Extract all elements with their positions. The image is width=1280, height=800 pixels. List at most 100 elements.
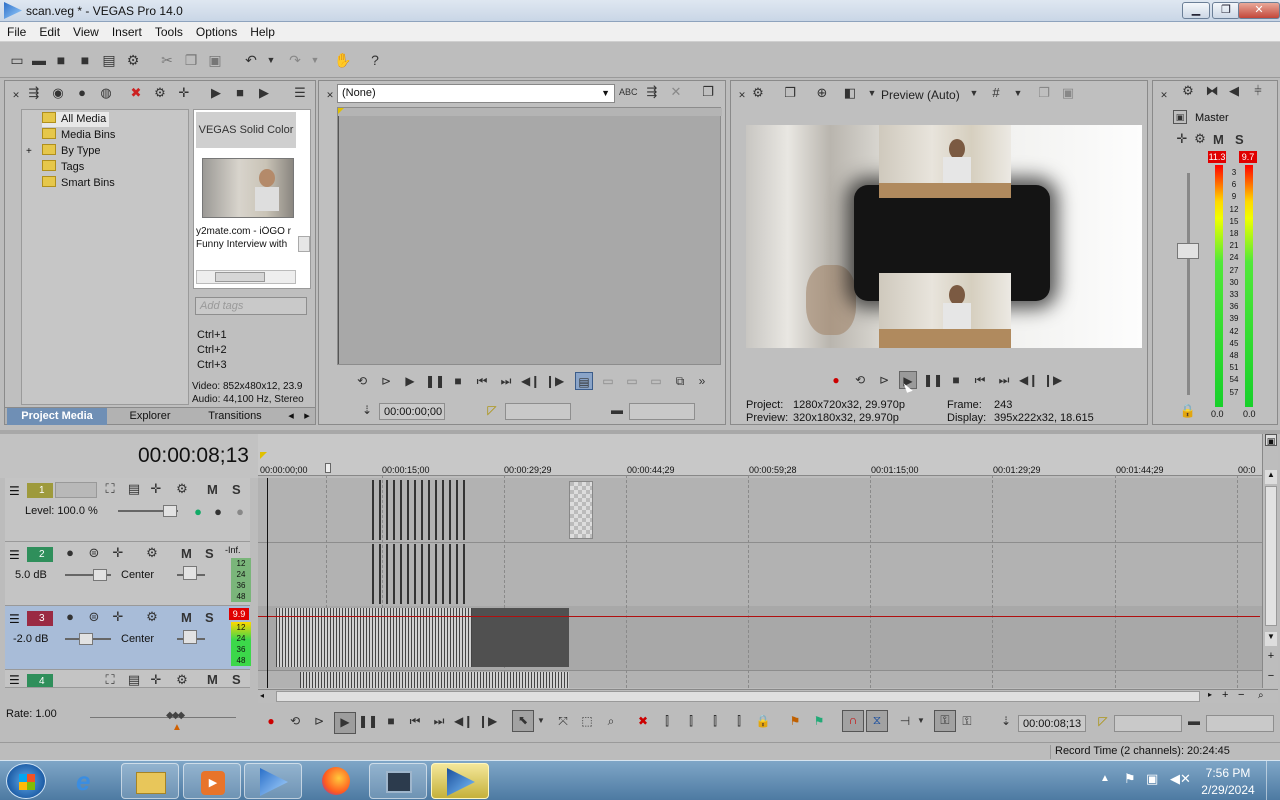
audio-clip-fragments-track2[interactable] <box>372 544 466 604</box>
preview-prev-frame-icon[interactable]: ◀❙ <box>1019 371 1038 389</box>
pan-slider-handle[interactable] <box>183 566 197 580</box>
master-mute-button[interactable]: M <box>1213 132 1224 147</box>
preview-loop-icon[interactable]: ⟲ <box>851 371 869 389</box>
cursor-position-field[interactable]: 00:00:08;13 <box>1018 715 1086 732</box>
track-minimize-icon[interactable]: ☰ <box>9 673 20 687</box>
edit-tool-dropdown-icon[interactable]: ▼ <box>536 712 546 730</box>
track-arm-record-icon[interactable]: ● <box>61 609 79 627</box>
scroll-down-icon[interactable]: ▼ <box>1265 632 1277 646</box>
tabs-scroll-left-icon[interactable]: ◂ <box>285 409 297 423</box>
timeline-vertical-scrollbar[interactable]: ▣ ▲ ▼ + − <box>1262 434 1278 688</box>
render-icon[interactable]: ▤ <box>100 52 118 69</box>
auto-crossfade-icon[interactable]: ⧖ <box>866 710 888 732</box>
quality-chevron-down-icon[interactable]: ▼ <box>965 85 983 103</box>
track-composite-icon[interactable]: ▤ <box>125 481 143 499</box>
trimmer-prev-frame-icon[interactable]: ⏮ <box>473 372 491 390</box>
redo-icon[interactable]: ↷ <box>286 52 304 69</box>
volume-slider-handle[interactable] <box>79 633 93 645</box>
video-preview-frame[interactable] <box>746 125 1142 348</box>
new-project-icon[interactable]: ▭ <box>8 52 26 69</box>
master-fx-icon[interactable]: ⚙ <box>1191 131 1209 149</box>
preview-go-start-icon[interactable]: ⏮ <box>971 371 989 389</box>
undo-icon[interactable]: ↶ <box>242 52 260 69</box>
undo-dropdown-icon[interactable]: ▼ <box>262 52 280 69</box>
trimmer-timecode-field[interactable]: 00:00:00;00 <box>379 403 445 420</box>
zoom-out-time-icon[interactable]: − <box>1238 690 1250 702</box>
level-slider-handle[interactable] <box>163 505 177 517</box>
track-pan-icon[interactable]: ✛ <box>109 609 127 627</box>
track-composite-icon[interactable]: ▤ <box>125 672 143 687</box>
overlays-dropdown-icon[interactable]: ▼ <box>1009 85 1027 103</box>
preview-quality-dropdown[interactable]: Preview (Auto) <box>881 88 960 102</box>
trimmer-add-icon[interactable]: ▭ <box>647 372 665 390</box>
delete-icon[interactable]: ✖ <box>634 712 652 730</box>
preview-properties-gear-icon[interactable]: ⚙ <box>749 85 767 103</box>
preview-play-from-start-icon[interactable]: ⊳ <box>875 371 893 389</box>
maximize-button[interactable]: ❐ <box>1212 2 1240 19</box>
cut-icon[interactable]: ✂ <box>158 52 176 69</box>
scroll-right-icon[interactable]: ▸ <box>1208 690 1218 702</box>
track-composite-mode-icon[interactable]: ● <box>189 504 207 522</box>
taskbar-file-explorer[interactable] <box>121 763 179 799</box>
media-fx-icon[interactable]: ⚙ <box>151 85 169 103</box>
stop-icon[interactable]: ■ <box>382 712 400 730</box>
zoom-in-time-icon[interactable]: + <box>1222 690 1234 702</box>
tree-item-by-type[interactable]: By Type <box>42 144 101 159</box>
taskbar-time[interactable]: 7:56 PM <box>1196 766 1260 780</box>
track-minimize-icon[interactable]: ☰ <box>9 612 20 626</box>
track-header-4[interactable]: ☰ 4 ⛶ ▤ ✛ ⚙ M S <box>5 670 250 688</box>
trimmer-play-icon[interactable]: ▶ <box>401 372 419 390</box>
get-media-web-icon[interactable]: ● <box>73 85 91 103</box>
play-from-start-icon[interactable]: ⊳ <box>310 712 328 730</box>
track-fx-icon[interactable]: ⚙ <box>143 545 161 563</box>
track-pan-icon[interactable]: ✛ <box>109 545 127 563</box>
views-icon[interactable]: ☰ <box>291 85 309 103</box>
ruler-playhead[interactable] <box>325 463 331 473</box>
track-header-3[interactable]: ☰ 3 ● ⊜ ✛ ⚙ M S -2.0 dB Center 9.9 12 24 3… <box>5 606 251 670</box>
overlays-grid-icon[interactable]: # <box>987 85 1005 103</box>
close-button[interactable]: ✕ <box>1238 2 1280 19</box>
trimmer-options-icon[interactable]: ❐ <box>699 84 717 102</box>
properties-gear-icon[interactable]: ⚙ <box>124 52 142 69</box>
previous-frame-icon[interactable]: ◀❙ <box>454 712 473 730</box>
go-to-end-icon[interactable]: ⏭ <box>430 712 448 730</box>
auto-ripple-icon[interactable]: ⊣ <box>896 712 914 730</box>
track-fx-icon[interactable]: ⚙ <box>173 672 191 687</box>
external-monitor-icon[interactable]: ❐ <box>781 85 799 103</box>
record-icon[interactable]: ● <box>262 712 280 730</box>
stop-preview-icon[interactable]: ■ <box>231 85 249 103</box>
track-solo-button[interactable]: S <box>232 672 241 687</box>
preview-go-end-icon[interactable]: ⏭ <box>995 371 1013 389</box>
tab-explorer[interactable]: Explorer <box>115 409 185 423</box>
track-list-icon[interactable]: ▣ <box>1265 434 1277 446</box>
trimmer-loop-icon[interactable]: ⟲ <box>353 372 371 390</box>
add-tags-input[interactable]: Add tags <box>195 297 307 315</box>
downmix-icon[interactable]: ⧓ <box>1203 83 1221 101</box>
vertical-scroll-thumb[interactable] <box>1265 486 1277 626</box>
track-solo-button[interactable]: S <box>232 482 241 497</box>
tree-item-smart-bins[interactable]: Smart Bins <box>42 176 115 191</box>
tab-transitions[interactable]: Transitions <box>195 409 275 423</box>
trimmer-play-from-start-icon[interactable]: ⊳ <box>377 372 395 390</box>
trimmer-prev-icon[interactable]: ◀❙ <box>521 372 540 390</box>
tree-expander-by-type[interactable]: + <box>26 144 32 159</box>
envelope-tool-icon[interactable]: ⤧ <box>554 712 572 730</box>
trimmer-next-frame-icon[interactable]: ⏭ <box>497 372 515 390</box>
web-media-icon[interactable]: ◍ <box>97 85 115 103</box>
insert-marker-icon[interactable]: ⚑ <box>786 712 804 730</box>
selection-length-field[interactable] <box>1206 715 1274 732</box>
track-motion-icon[interactable]: ⛶ <box>101 481 119 499</box>
track-invert-phase-icon[interactable]: ⊜ <box>85 545 103 563</box>
normal-edit-tool-icon[interactable]: ⬉ <box>512 710 534 732</box>
track-header-1[interactable]: ☰ 1 ⛶ ▤ ✛ ⚙ M S Level: 100.0 % ● ● ● <box>5 478 250 542</box>
track-name-field[interactable] <box>55 482 97 498</box>
volume-envelope-line[interactable] <box>258 616 1260 617</box>
track-arm-record-icon[interactable]: ● <box>61 545 79 563</box>
trimmer-stop-icon[interactable]: ■ <box>449 372 467 390</box>
split-icon[interactable]: ⫿ <box>730 712 748 730</box>
vertical-scrollbar-thumb[interactable] <box>298 236 310 252</box>
panel-close-icon[interactable]: ✕ <box>7 87 25 105</box>
zoom-tool-icon[interactable]: ⌕ <box>1258 690 1270 702</box>
trimmer-fx-icon[interactable]: ⇶ <box>643 84 661 102</box>
preview-next-frame-icon[interactable]: ❙▶ <box>1043 371 1062 389</box>
